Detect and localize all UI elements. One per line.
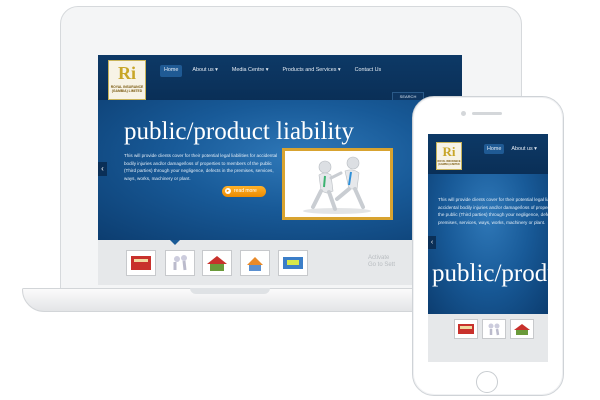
thumbnail-liability[interactable] <box>165 250 195 276</box>
phone-site-logo[interactable]: Ri ROYAL INSURANCE (GAMBIA) LIMITED <box>436 142 462 170</box>
watermark-line-1: Activate <box>368 255 390 261</box>
nav-contact-us[interactable]: Contact Us <box>351 65 386 77</box>
motor-insurance-thumb-icon <box>131 256 151 270</box>
site-logo[interactable]: Ri ROYAL INSURANCE (GAMBIA) LIMITED <box>108 60 146 100</box>
phone-hero-title: public/product <box>432 260 548 287</box>
nav-home[interactable]: Home <box>160 65 183 77</box>
nav-about-us[interactable]: About us ▾ <box>188 65 221 77</box>
phone-main-nav: Home About us ▾ <box>484 144 540 154</box>
phone-nav-home[interactable]: Home <box>484 144 505 154</box>
read-more-label: read more <box>234 188 257 194</box>
house-thumb-icon <box>207 256 227 271</box>
phone-thumbnail-motor-insurance[interactable] <box>454 319 478 339</box>
figures-kicking-illustration <box>285 151 390 217</box>
phone-hero-description: This will provide clients cover for thei… <box>438 197 548 225</box>
phone-slider-prev-arrow[interactable]: ‹ <box>428 236 436 249</box>
site-header: Ri ROYAL INSURANCE (GAMBIA) LIMITED Home… <box>98 55 462 102</box>
phone-thumbnail-liability[interactable] <box>482 319 506 339</box>
laptop-notch <box>190 288 270 294</box>
phone-speaker <box>472 112 502 115</box>
laptop-screen: Ri ROYAL INSURANCE (GAMBIA) LIMITED Home… <box>98 55 462 285</box>
phone-logo-letters: Ri <box>442 144 456 159</box>
phone-screen: Ri ROYAL INSURANCE (GAMBIA) LIMITED Home… <box>428 134 548 362</box>
activate-watermark: Activate Go to Sett <box>368 255 395 269</box>
motor-insurance-thumb-icon <box>458 324 474 334</box>
read-more-button[interactable]: ▸ read more <box>222 186 266 197</box>
thumbnail-property[interactable] <box>240 250 270 276</box>
house-thumb-icon <box>514 324 530 335</box>
nav-media-centre[interactable]: Media Centre ▾ <box>228 65 273 77</box>
watermark-line-2: Go to Sett <box>368 262 396 268</box>
phone-thumbnail-house[interactable] <box>510 319 534 339</box>
phone-camera <box>461 111 466 116</box>
thumbnail-house[interactable] <box>202 250 232 276</box>
thumbnail-travel[interactable] <box>278 250 308 276</box>
property-thumb-icon <box>247 257 263 271</box>
hero-description: This will provide clients cover for thei… <box>124 153 278 181</box>
main-nav: Home About us ▾ Media Centre ▾ Products … <box>160 65 385 77</box>
hero-slider: ‹ › public/product liability This will p… <box>98 100 462 240</box>
phone-site-header: Ri ROYAL INSURANCE (GAMBIA) LIMITED Home… <box>428 134 548 174</box>
phone-logo-subtitle: ROYAL INSURANCE (GAMBIA) LIMITED <box>437 160 461 166</box>
phone-nav-about-us[interactable]: About us ▾ <box>508 144 539 154</box>
hero-title: public/product liability <box>124 118 354 145</box>
thumbnail-motor-insurance[interactable] <box>126 250 156 276</box>
phone-home-button <box>476 371 498 393</box>
liability-thumb-icon <box>488 323 500 336</box>
phone-hero-slider: ‹ This will provide clients cover for th… <box>428 174 548 314</box>
arrow-right-icon: ▸ <box>225 187 231 194</box>
logo-letters: Ri <box>118 63 136 83</box>
travel-thumb-icon <box>283 257 303 269</box>
liability-thumb-icon <box>173 255 187 271</box>
thumbnail-pointer <box>170 240 180 245</box>
nav-products-services[interactable]: Products and Services ▾ <box>278 65 344 77</box>
slider-prev-arrow[interactable]: ‹ <box>98 162 107 176</box>
logo-subtitle: ROYAL INSURANCE (GAMBIA) LIMITED <box>110 85 144 93</box>
hero-illustration <box>282 148 393 220</box>
